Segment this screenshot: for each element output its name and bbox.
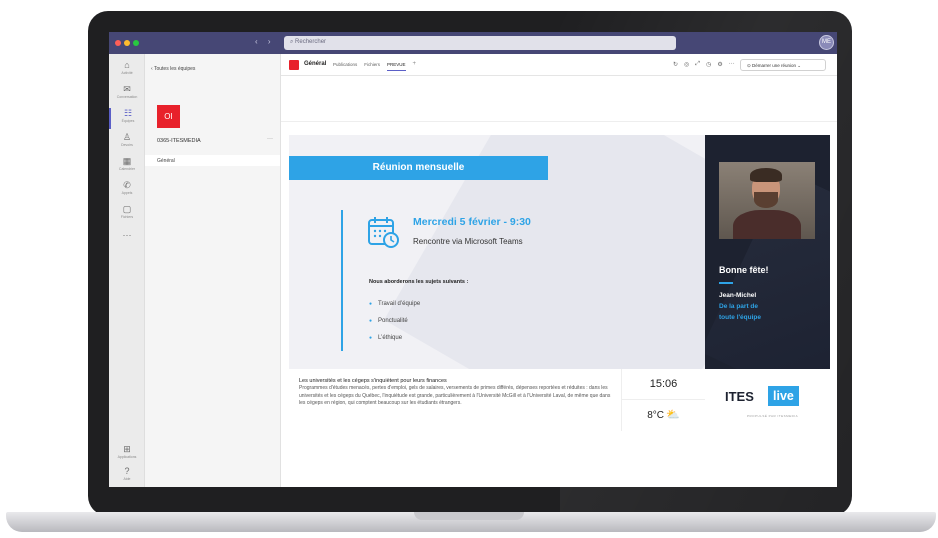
rail-item-label: Activité [121, 71, 133, 75]
teams-icon: ☷ [123, 108, 133, 118]
accent-line [341, 210, 343, 351]
meeting-panel: Réunion mensuelle Mercredi 5 février - 9 [289, 135, 705, 369]
weather-widget: 8°C ⛅ [621, 400, 705, 431]
all-teams-link[interactable]: ‹ Toutes les équipes [151, 66, 195, 72]
birthday-name: Jean-Michel [719, 292, 757, 299]
search-placeholder: Rechercher [295, 39, 327, 45]
help-icon: ? [124, 466, 130, 476]
laptop-notch [414, 512, 524, 520]
tab-files[interactable]: Fichiers [364, 62, 380, 71]
calendar-clock-icon [368, 217, 399, 248]
rail-item-label: Appels [121, 191, 133, 195]
start-meeting-button[interactable]: ⊙ Démarrer une réunion ⌄ [740, 59, 826, 71]
rail-item-files[interactable]: ▢ Fichiers [109, 204, 145, 225]
team-name: 0365-ITESMEDIA [157, 138, 201, 144]
event-date: Mercredi 5 février - 9:30 [413, 216, 531, 228]
employee-photo [719, 162, 815, 239]
event-subtitle: Rencontre via Microsoft Teams [413, 237, 523, 246]
rail-item-teams[interactable]: ☷ Équipes [109, 108, 145, 129]
gear-icon[interactable]: ⚙ [717, 61, 722, 68]
history-nav-arrows[interactable]: ‹ › [255, 37, 275, 46]
channel-icon [289, 60, 299, 70]
calendar-icon: ▦ [122, 156, 132, 166]
laptop-screen: ‹ › ⌕ Rechercher ME ⌂ Activité ✉ Conversati… [109, 32, 837, 487]
news-ticker: Les universités et les cégeps s'inquiète… [289, 369, 621, 431]
channel-tabs: Publications Fichiers PREVUE + [333, 61, 417, 71]
window-controls [115, 40, 139, 46]
channel-item-general[interactable]: Général [145, 155, 280, 166]
news-body: Programmes d'études menacés, pertes d'em… [299, 385, 611, 406]
history-icon[interactable]: ◷ [706, 61, 711, 68]
topic-item: Travail d’équipe [369, 301, 420, 307]
signage-slide: Réunion mensuelle Mercredi 5 février - 9 [289, 135, 830, 431]
meeting-banner: Réunion mensuelle [289, 156, 548, 180]
clock-widget: 15:06 [621, 369, 705, 400]
temperature: 8°C [647, 410, 665, 421]
rail-item-calls[interactable]: ✆ Appels [109, 180, 145, 201]
more-icon[interactable]: ··· [729, 61, 735, 68]
brand-tagline: PROPULSÉ PAR ITESMEDIA [747, 414, 799, 418]
expand-icon[interactable]: ⤢ [695, 61, 700, 68]
tab-prevue[interactable]: PREVUE [387, 62, 406, 71]
stage: ‹ › ⌕ Rechercher ME ⌂ Activité ✉ Conversati… [0, 0, 938, 538]
rail-item-label: Conversation [116, 95, 138, 99]
calls-icon: ✆ [123, 180, 131, 190]
rail-item-assignments[interactable]: ♙ Devoirs [109, 132, 145, 153]
close-dot[interactable] [115, 40, 121, 46]
more-options-icon[interactable]: ··· [267, 136, 273, 142]
birthday-from-line1: De la part de [719, 303, 759, 310]
main-content: Général Publications Fichiers PREVUE + ↻… [281, 54, 837, 487]
chat-icon: ✉ [123, 84, 131, 94]
team-avatar[interactable]: OI [157, 105, 180, 128]
channel-header: Général Publications Fichiers PREVUE + ↻… [281, 54, 837, 76]
rail-item-more[interactable]: ··· [109, 230, 145, 251]
header-icons: ↻ ◎ ⤢ ◷ ⚙ ··· [673, 61, 735, 68]
rail-item-label: Fichiers [120, 215, 134, 219]
birthday-from-line2: toute l'équipe [719, 314, 761, 321]
more-icon: ··· [122, 230, 132, 240]
topics-title: Nous aborderons les sujets suivants : [369, 279, 469, 285]
zoom-dot[interactable] [133, 40, 139, 46]
rail-item-label: Équipes [121, 119, 135, 123]
teams-title-bar: ‹ › ⌕ Rechercher ME [109, 32, 837, 54]
topic-item: Ponctualité [369, 318, 408, 324]
birthday-panel: Bonne fête! Jean-Michel De la part de to… [705, 135, 830, 369]
topic-item: L’éthique [369, 335, 402, 341]
brand-live: live [768, 386, 799, 406]
rail-item-help[interactable]: ? Aide [109, 466, 145, 487]
accent-bar [719, 282, 733, 284]
avatar[interactable]: ME [819, 35, 834, 50]
rail-item-label: Applications [117, 455, 137, 459]
app-rail: ⌂ Activité ✉ Conversation ☷ Équipes ♙ Devoirs ▦ C… [109, 54, 145, 487]
rail-item-apps[interactable]: ⊞ Applications [109, 444, 145, 465]
rail-item-label: Calendrier [118, 167, 136, 171]
chat-icon[interactable]: ◎ [684, 61, 689, 68]
search-input[interactable]: ⌕ Rechercher [284, 36, 676, 50]
tab-toolbar-area [281, 76, 837, 122]
tab-publications[interactable]: Publications [333, 62, 357, 71]
rail-item-calendar[interactable]: ▦ Calendrier [109, 156, 145, 177]
refresh-icon[interactable]: ↻ [673, 61, 678, 68]
rail-item-label: Devoirs [121, 143, 133, 147]
brand-logo: ITES live PROPULSÉ PAR ITESMEDIA [705, 369, 830, 431]
news-title: Les universités et les cégeps s'inquiète… [299, 378, 447, 384]
birthday-title: Bonne fête! [719, 265, 769, 275]
channel-panel: ‹ Toutes les équipes OI 0365-ITESMEDIA ·… [145, 54, 281, 487]
minimize-dot[interactable] [124, 40, 130, 46]
rail-item-chat[interactable]: ✉ Conversation [109, 84, 145, 105]
files-icon: ▢ [122, 204, 132, 214]
apps-icon: ⊞ [123, 444, 131, 454]
activity-icon: ⌂ [124, 60, 130, 70]
assignments-icon: ♙ [122, 132, 132, 142]
brand-ites: ITES [725, 389, 754, 404]
add-tab-icon[interactable]: + [413, 61, 417, 71]
partly-cloudy-icon: ⛅ [666, 409, 680, 421]
channel-title: Général [304, 61, 327, 67]
rail-item-activity[interactable]: ⌂ Activité [109, 60, 145, 81]
rail-item-label: Aide [123, 477, 131, 481]
